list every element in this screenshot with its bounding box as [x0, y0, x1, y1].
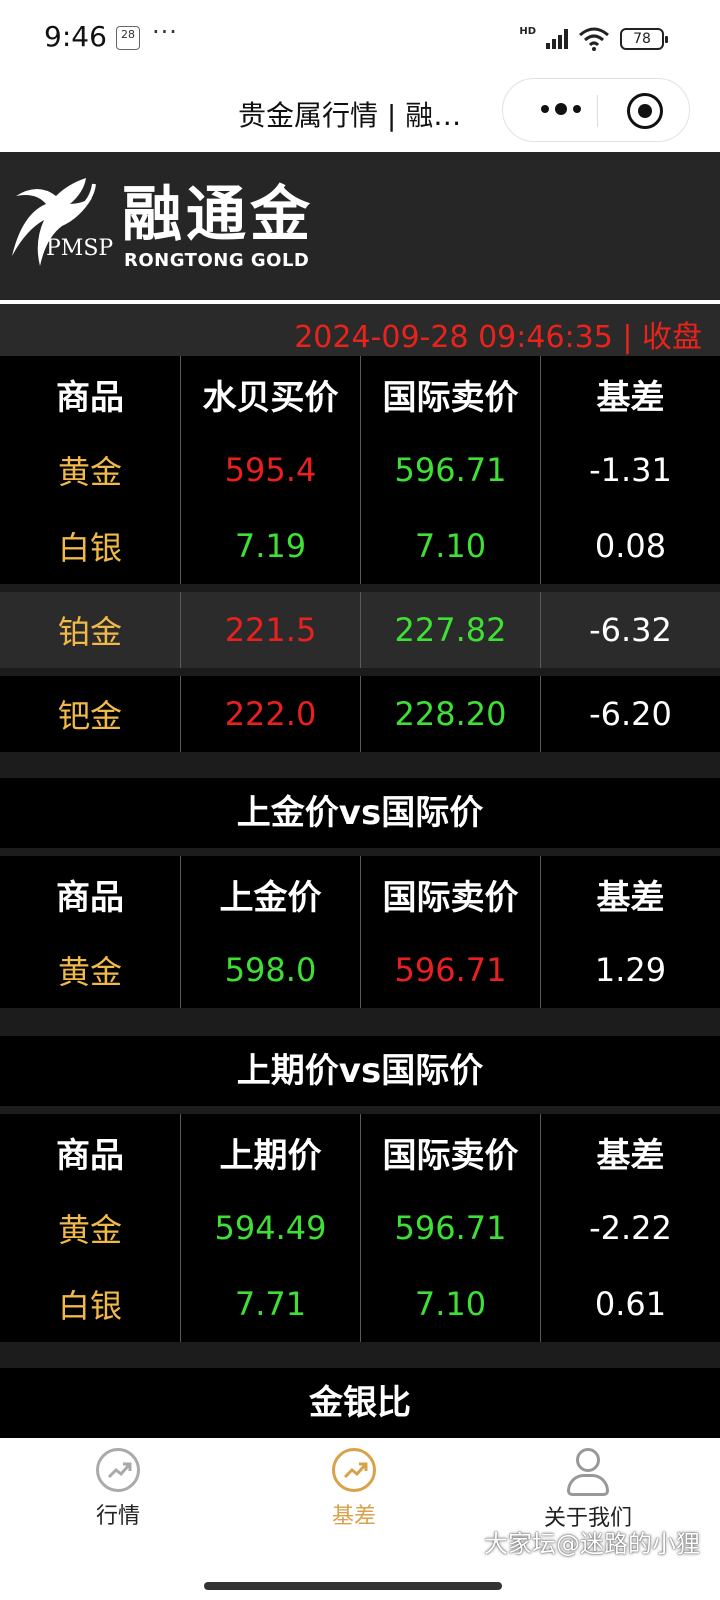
price-cell: 222.0	[180, 676, 360, 752]
price-cell: 7.19	[180, 508, 360, 584]
price-cell: 7.10	[360, 1266, 540, 1342]
tab-about-us[interactable]: 关于我们	[518, 1448, 658, 1532]
product-cell: 黄金	[57, 1211, 122, 1249]
more-options-button[interactable]	[531, 93, 591, 125]
price-cell: 598.0	[180, 932, 360, 1008]
table-row: 黄金 598.0 596.71 1.29	[0, 932, 720, 1008]
header-cell: 水贝买价	[180, 356, 360, 432]
home-indicator[interactable]	[204, 1582, 502, 1590]
capsule-menu	[502, 78, 690, 142]
bottom-tab-bar: 行情 基差 关于我们 大家坛@迷路的小狸	[0, 1438, 720, 1600]
header-cell: 上期价	[180, 1114, 360, 1190]
trend-chart-icon	[96, 1448, 140, 1492]
battery-icon: 78	[620, 28, 668, 50]
price-table-palladium: 钯金 222.0 228.20 -6.20	[0, 676, 720, 752]
price-cell: 596.71	[360, 1190, 540, 1266]
tab-market[interactable]: 行情	[48, 1448, 188, 1530]
header-cell: 国际卖价	[360, 856, 540, 932]
brand-name-cn: 融通金	[122, 180, 314, 250]
price-cell: 594.49	[180, 1190, 360, 1266]
status-time: 9:46	[44, 20, 107, 53]
table-header-row: 商品 水贝买价 国际卖价 基差	[0, 356, 720, 432]
section-gap	[0, 848, 720, 856]
header-cell: 上金价	[180, 856, 360, 932]
tab-label: 行情	[95, 1504, 140, 1529]
tab-label: 基差	[331, 1504, 376, 1529]
mini-program-titlebar: 贵金属行情 | 融…	[0, 76, 720, 152]
brand-header: PMSP 融通金 RONGTONG GOLD	[0, 152, 720, 300]
basis-cell: -1.31	[540, 432, 720, 508]
product-cell: 白银	[57, 1287, 122, 1325]
page-title: 贵金属行情 | 融…	[238, 99, 462, 132]
section-gap	[0, 1106, 720, 1114]
price-cell: 227.82	[360, 592, 540, 668]
row-gap	[0, 584, 720, 592]
trend-chart-icon	[332, 1448, 376, 1492]
close-miniprogram-button[interactable]	[627, 93, 663, 129]
table-row: 白银 7.71 7.10 0.61	[0, 1266, 720, 1342]
header-cell: 基差	[540, 1114, 720, 1190]
price-table-shuibei: 商品 水贝买价 国际卖价 基差 黄金 595.4 596.71 -1.31 白银…	[0, 356, 720, 584]
product-cell: 黄金	[57, 453, 122, 491]
price-cell: 228.20	[360, 676, 540, 752]
table-row: 白银 7.19 7.10 0.08	[0, 508, 720, 584]
section-title-gold-silver-ratio: 金银比	[0, 1368, 720, 1438]
calendar-notification-icon: 28	[116, 26, 140, 50]
person-icon	[565, 1448, 611, 1498]
tab-basis[interactable]: 基差	[284, 1448, 424, 1530]
status-bar: 9:46 28 ··· HD 78	[0, 0, 720, 76]
basis-cell: 1.29	[540, 932, 720, 1008]
basis-cell: -2.22	[540, 1190, 720, 1266]
table-row: 黄金 594.49 596.71 -2.22	[0, 1190, 720, 1266]
header-cell: 商品	[56, 877, 124, 918]
more-notifications-icon: ···	[152, 18, 178, 46]
price-cell: 221.5	[180, 592, 360, 668]
price-cell: 596.71	[360, 932, 540, 1008]
signal-icon	[546, 29, 568, 49]
section-gap	[0, 1008, 720, 1036]
quote-timestamp: 2024-09-28 09:46:35 | 收盘	[294, 320, 702, 355]
header-cell: 基差	[540, 356, 720, 432]
price-table-sge: 商品 上金价 国际卖价 基差 黄金 598.0 596.71 1.29	[0, 856, 720, 1008]
product-cell: 钯金	[57, 697, 122, 735]
logo-pmsp-text: PMSP	[46, 236, 114, 261]
row-gap	[0, 668, 720, 676]
brand-name-en: RONGTONG GOLD	[124, 250, 310, 271]
table-header-row: 商品 上金价 国际卖价 基差	[0, 856, 720, 932]
table-row: 黄金 595.4 596.71 -1.31	[0, 432, 720, 508]
price-cell: 596.71	[360, 432, 540, 508]
section-gap	[0, 752, 720, 778]
hd-network-label: HD	[519, 25, 536, 37]
header-cell: 基差	[540, 856, 720, 932]
price-table-platinum: 铂金 221.5 227.82 -6.32	[0, 592, 720, 668]
price-cell: 7.10	[360, 508, 540, 584]
wifi-icon	[579, 27, 609, 51]
section-title-sge: 上金价vs国际价	[0, 778, 720, 848]
header-cell: 国际卖价	[360, 1114, 540, 1190]
basis-cell: -6.20	[540, 676, 720, 752]
capsule-divider	[597, 95, 598, 127]
basis-cell: -6.32	[540, 592, 720, 668]
price-cell: 595.4	[180, 432, 360, 508]
header-cell: 国际卖价	[360, 356, 540, 432]
section-title-shfe: 上期价vs国际价	[0, 1036, 720, 1106]
watermark-text: 大家坛@迷路的小狸	[484, 1530, 700, 1558]
product-cell: 黄金	[57, 953, 122, 991]
timestamp-bar: 2024-09-28 09:46:35 | 收盘	[0, 304, 720, 356]
price-cell: 7.71	[180, 1266, 360, 1342]
product-cell: 铂金	[57, 613, 122, 651]
price-table-shfe: 商品 上期价 国际卖价 基差 黄金 594.49 596.71 -2.22 白银…	[0, 1114, 720, 1342]
basis-cell: 0.61	[540, 1266, 720, 1342]
table-row: 钯金 222.0 228.20 -6.20	[0, 676, 720, 752]
section-gap	[0, 1342, 720, 1368]
header-cell: 商品	[56, 1135, 124, 1176]
main-content: PMSP 融通金 RONGTONG GOLD 2024-09-28 09:46:…	[0, 152, 720, 1438]
table-row: 铂金 221.5 227.82 -6.32	[0, 592, 720, 668]
header-cell: 商品	[56, 377, 124, 418]
product-cell: 白银	[57, 529, 122, 567]
table-header-row: 商品 上期价 国际卖价 基差	[0, 1114, 720, 1190]
basis-cell: 0.08	[540, 508, 720, 584]
